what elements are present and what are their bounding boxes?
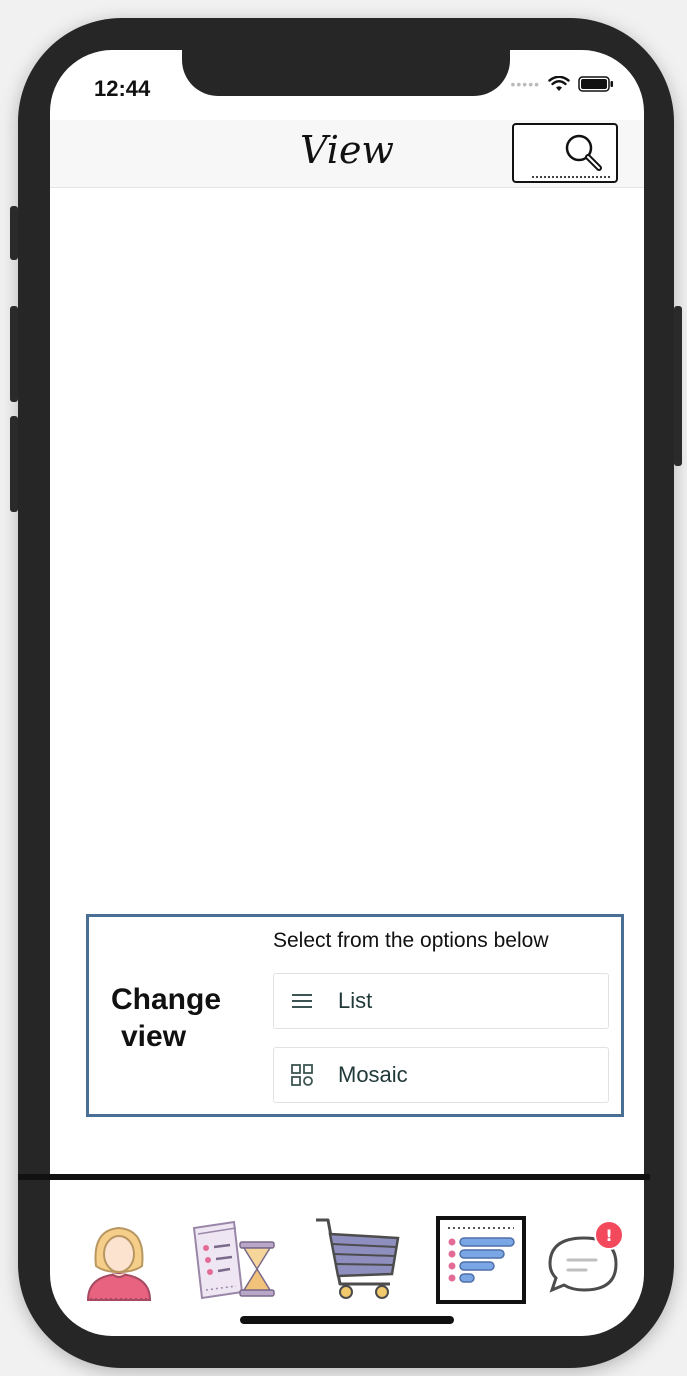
chat-badge: ! — [594, 1220, 624, 1250]
signal-icon: ••••• — [510, 76, 540, 92]
chat-badge-text: ! — [605, 1225, 613, 1245]
home-indicator — [240, 1316, 454, 1324]
change-view-label: Change view — [111, 981, 221, 1055]
view-option-mosaic-label: Mosaic — [338, 1062, 408, 1087]
search-button[interactable] — [512, 123, 618, 183]
view-option-list[interactable]: List — [273, 973, 609, 1029]
tab-order-history[interactable] — [190, 1218, 278, 1302]
view-option-mosaic[interactable]: Mosaic — [273, 1047, 609, 1103]
top-header: View — [50, 120, 644, 188]
change-view-label-line1: Change — [111, 983, 222, 1016]
notch — [182, 50, 510, 96]
tab-cart[interactable] — [314, 1214, 400, 1302]
phone-screen: 12:44 ••••• View Change view Select from… — [50, 50, 644, 1336]
tab-view[interactable] — [444, 1224, 518, 1296]
mosaic-grid-icon — [290, 1063, 316, 1087]
tab-profile[interactable] — [78, 1220, 160, 1304]
wifi-icon — [548, 76, 570, 91]
view-option-list-label: List — [338, 988, 373, 1013]
order-history-icon — [192, 1220, 275, 1300]
user-profile-icon — [86, 1226, 152, 1301]
view-list-icon — [448, 1227, 515, 1283]
power-button — [674, 306, 682, 466]
tabbar-separator — [18, 1174, 650, 1180]
volume-down-button — [10, 416, 18, 512]
change-view-label-line2: view — [121, 1020, 187, 1053]
shopping-cart-icon — [316, 1218, 400, 1299]
status-icons: ••••• — [510, 76, 614, 92]
status-time: 12:44 — [94, 76, 151, 101]
battery-icon — [578, 76, 613, 92]
search-underline — [532, 176, 610, 178]
list-lines-icon — [290, 992, 316, 1010]
change-view-panel: Change view Select from the options belo… — [86, 914, 624, 1117]
bottom-tab-bar: ! — [50, 1184, 644, 1314]
tab-chat[interactable]: ! — [546, 1220, 624, 1302]
options-caption: Select from the options below — [273, 929, 549, 952]
mute-switch — [10, 206, 18, 260]
volume-up-button — [10, 306, 18, 402]
search-icon — [565, 134, 602, 171]
